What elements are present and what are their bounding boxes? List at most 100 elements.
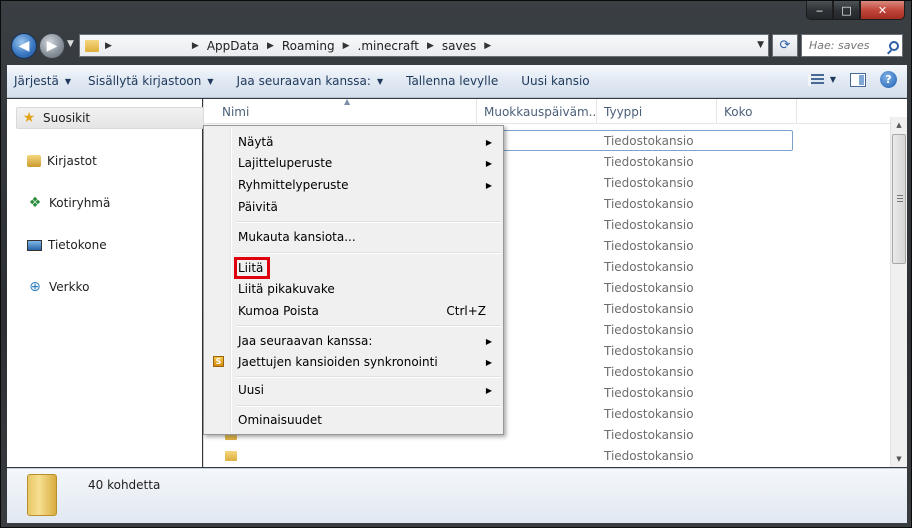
breadcrumb-chevron-icon[interactable]: ▶ <box>192 41 199 51</box>
refresh-button[interactable]: ⟳ <box>772 34 798 57</box>
close-button[interactable]: ✕ <box>860 1 905 20</box>
sort-ascending-icon: ▲ <box>344 99 351 106</box>
nav-item-computer[interactable]: Tietokone <box>27 234 107 256</box>
menu-separator <box>236 252 501 254</box>
menu-item-refresh[interactable]: Päivitä <box>238 197 500 217</box>
chevron-down-icon: ▼ <box>207 76 214 86</box>
breadcrumb-chevron-icon[interactable]: ▶ <box>484 41 491 51</box>
address-bar[interactable]: ▶ ▶ AppData ▶ Roaming ▶ .minecraft ▶ sav… <box>79 34 769 57</box>
menu-label: Kumoa Poista <box>238 304 319 318</box>
network-icon: ⊕ <box>29 279 41 295</box>
item-count: 40 kohdetta <box>88 478 161 492</box>
breadcrumb-roaming[interactable]: Roaming <box>280 39 337 53</box>
submenu-arrow-icon: ▶ <box>485 137 492 147</box>
row-type: Tiedostokansio <box>604 133 694 148</box>
maximize-button[interactable]: □ <box>833 1 860 20</box>
scroll-down-icon[interactable]: ▼ <box>891 451 907 467</box>
menu-item-share-with[interactable]: Jaa seuraavan kanssa: ▶ <box>238 331 500 351</box>
row-type: Tiedostokansio <box>604 280 694 295</box>
nav-item-favorites[interactable]: ★ Suosikit <box>16 107 204 129</box>
menu-item-view[interactable]: Näytä ▶ <box>238 132 500 152</box>
recent-pages-dropdown[interactable]: ▼ <box>67 39 74 49</box>
menu-item-sort-by[interactable]: Lajitteluperuste ▶ <box>238 153 500 173</box>
organize-button[interactable]: Järjestä ▼ <box>7 70 81 92</box>
menu-separator <box>236 325 501 327</box>
menu-item-properties[interactable]: Ominaisuudet <box>238 410 500 430</box>
column-type[interactable]: Tyyppi <box>597 99 717 124</box>
menu-item-paste[interactable]: Liitä <box>238 258 500 278</box>
menu-item-customize[interactable]: Mukauta kansiota... <box>238 227 500 247</box>
grip-icon <box>897 195 903 202</box>
menu-item-paste-shortcut[interactable]: Liitä pikakuvake <box>238 279 500 299</box>
include-in-library-button[interactable]: Sisällytä kirjastoon ▼ <box>81 70 224 92</box>
row-type: Tiedostokansio <box>604 259 694 274</box>
search-icon[interactable] <box>889 40 899 51</box>
organize-label: Järjestä <box>14 74 59 88</box>
menu-label: Ominaisuudet <box>238 413 322 427</box>
row-type: Tiedostokansio <box>604 238 694 253</box>
breadcrumb-minecraft[interactable]: .minecraft <box>356 39 421 53</box>
vertical-scrollbar[interactable]: ▲ ▼ <box>890 117 907 467</box>
menu-label: Lajitteluperuste <box>238 156 333 170</box>
preview-pane-icon[interactable] <box>850 72 866 87</box>
views-icon[interactable] <box>807 73 824 86</box>
search-input[interactable] <box>809 39 887 52</box>
folder-icon <box>27 474 57 516</box>
column-modified[interactable]: Muokkauspäiväm... <box>477 99 597 124</box>
column-header: ▲ Nimi Muokkauspäiväm... Tyyppi Koko <box>204 99 890 124</box>
table-row[interactable]: Tiedostokansio <box>204 445 890 466</box>
menu-label: Jaettujen kansioiden synkronointi <box>238 355 438 369</box>
address-dropdown-icon[interactable]: ▼ <box>757 40 764 50</box>
row-type: Tiedostokansio <box>604 406 694 421</box>
chevron-down-icon: ▼ <box>64 76 72 86</box>
menu-item-sync-shared-folders[interactable]: Jaettujen kansioiden synkronointi ▶ <box>238 352 500 372</box>
scroll-thumb[interactable] <box>892 134 906 264</box>
toolbar-right: ▼ ? <box>807 71 897 88</box>
submenu-arrow-icon: ▶ <box>485 385 492 395</box>
row-type: Tiedostokansio <box>604 301 694 316</box>
breadcrumb-appdata[interactable]: AppData <box>205 39 261 53</box>
folder-icon <box>85 39 99 52</box>
sync-icon: S <box>213 356 224 367</box>
breadcrumb-saves[interactable]: saves <box>440 39 478 53</box>
nav-item-homegroup[interactable]: ❖ Kotiryhmä <box>27 192 111 214</box>
arrow-left-icon: ◀ <box>18 38 30 54</box>
menu-item-new[interactable]: Uusi ▶ <box>238 380 500 400</box>
menu-label: Ryhmittelyperuste <box>238 178 349 192</box>
back-button[interactable]: ◀ <box>11 33 37 59</box>
breadcrumb-chevron-icon[interactable]: ▶ <box>343 41 350 51</box>
menu-item-undo-delete[interactable]: Kumoa Poista Ctrl+Z <box>238 301 500 321</box>
shortcut-label: Ctrl+Z <box>446 304 486 318</box>
details-pane: 40 kohdetta <box>7 468 907 523</box>
menu-item-group-by[interactable]: Ryhmittelyperuste ▶ <box>238 175 500 195</box>
folder-icon <box>225 450 237 461</box>
breadcrumb-chevron-icon[interactable]: ▶ <box>105 41 112 51</box>
help-icon[interactable]: ? <box>880 71 897 88</box>
row-type: Tiedostokansio <box>604 448 694 463</box>
row-type: Tiedostokansio <box>604 385 694 400</box>
nav-item-network[interactable]: ⊕ Verkko <box>27 276 89 298</box>
menu-label: Liitä pikakuvake <box>238 282 335 296</box>
submenu-arrow-icon: ▶ <box>485 336 492 346</box>
search-box[interactable] <box>801 34 903 57</box>
scroll-up-icon[interactable]: ▲ <box>891 117 907 133</box>
new-folder-button[interactable]: Uusi kansio <box>514 70 599 92</box>
menu-separator <box>236 221 501 223</box>
arrow-right-icon: ▶ <box>46 38 58 54</box>
libraries-icon <box>27 155 41 167</box>
chevron-down-icon[interactable]: ▼ <box>830 75 836 84</box>
minimize-button[interactable]: ‒ <box>806 1 833 20</box>
row-type: Tiedostokansio <box>604 154 694 169</box>
breadcrumb-chevron-icon[interactable]: ▶ <box>267 41 274 51</box>
menu-separator <box>236 376 501 378</box>
submenu-arrow-icon: ▶ <box>485 158 492 168</box>
share-with-button[interactable]: Jaa seuraavan kanssa: ▼ <box>230 70 394 92</box>
forward-button[interactable]: ▶ <box>39 33 65 59</box>
nav-item-libraries[interactable]: Kirjastot <box>27 150 97 172</box>
navigation-pane: ★ Suosikit Kirjastot ❖ Kotiryhmä Tietoko… <box>7 99 204 467</box>
column-size[interactable]: Koko <box>717 99 797 124</box>
column-name[interactable]: ▲ Nimi <box>204 99 477 124</box>
menu-label: Näytä <box>238 135 274 149</box>
breadcrumb-chevron-icon[interactable]: ▶ <box>427 41 434 51</box>
burn-button[interactable]: Tallenna levylle <box>399 70 508 92</box>
